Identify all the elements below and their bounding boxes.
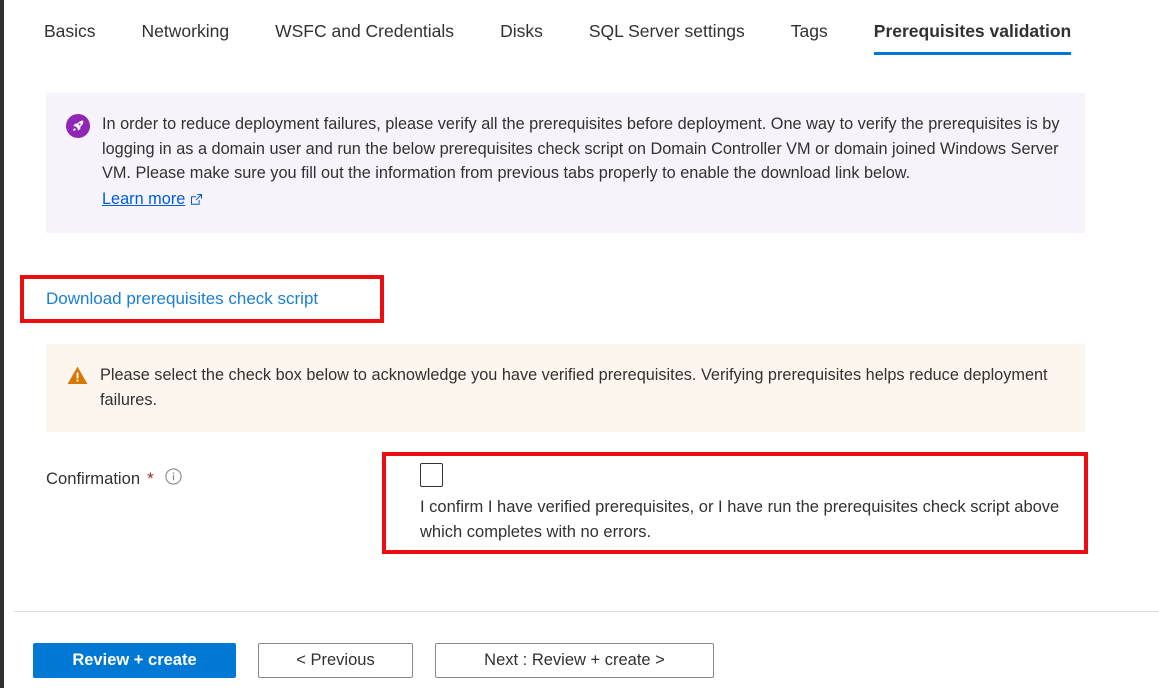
confirmation-label: Confirmation xyxy=(46,469,141,488)
wizard-tabbar: Basics Networking WSFC and Credentials D… xyxy=(44,18,1072,62)
confirmation-checkbox-label[interactable]: I confirm I have verified prerequisites,… xyxy=(420,495,1070,545)
info-circle-icon[interactable] xyxy=(165,468,182,490)
active-tab-underline xyxy=(873,52,1072,55)
confirmation-field: I confirm I have verified prerequisites,… xyxy=(420,463,1070,545)
info-banner-body: In order to reduce deployment failures, … xyxy=(102,112,1062,213)
info-banner-text: In order to reduce deployment failures, … xyxy=(102,115,1060,182)
warning-banner: Please select the check box below to ack… xyxy=(46,344,1085,432)
tab-label: Networking xyxy=(141,21,230,41)
previous-button[interactable]: < Previous xyxy=(258,643,413,678)
wizard-footer: Review + create < Previous Next : Review… xyxy=(33,643,714,678)
blade-left-edge xyxy=(0,0,4,688)
tab-label: Prerequisites validation xyxy=(873,21,1072,41)
tab-label: SQL Server settings xyxy=(588,21,745,41)
rocket-icon xyxy=(66,114,90,138)
tab-sql-server-settings[interactable]: SQL Server settings xyxy=(566,18,768,55)
tab-prerequisites-validation[interactable]: Prerequisites validation xyxy=(851,18,1072,55)
tab-basics[interactable]: Basics xyxy=(44,18,119,55)
external-link-icon xyxy=(190,189,203,214)
tab-tags[interactable]: Tags xyxy=(768,18,851,55)
next-review-create-button[interactable]: Next : Review + create > xyxy=(435,643,714,678)
warning-triangle-icon xyxy=(67,366,88,390)
info-banner: In order to reduce deployment failures, … xyxy=(46,93,1085,233)
tab-disks[interactable]: Disks xyxy=(477,18,566,55)
warning-banner-text: Please select the check box below to ack… xyxy=(100,366,1048,409)
review-create-button[interactable]: Review + create xyxy=(33,643,236,678)
create-sql-vm-blade: Basics Networking WSFC and Credentials D… xyxy=(0,0,1159,688)
learn-more-label: Learn more xyxy=(102,189,186,208)
tab-label: Disks xyxy=(500,21,543,41)
confirmation-label-group: Confirmation * xyxy=(46,468,182,490)
learn-more-link[interactable]: Learn more xyxy=(102,187,203,214)
required-asterisk: * xyxy=(147,469,154,488)
confirmation-checkbox[interactable] xyxy=(420,463,443,487)
footer-separator xyxy=(14,611,1159,612)
tab-wsfc-and-credentials[interactable]: WSFC and Credentials xyxy=(252,18,477,55)
tab-label: WSFC and Credentials xyxy=(275,21,455,41)
tab-networking[interactable]: Networking xyxy=(119,18,253,55)
tab-label: Tags xyxy=(790,21,828,41)
download-prerequisites-script-link[interactable]: Download prerequisites check script xyxy=(46,288,318,310)
tab-label: Basics xyxy=(44,21,96,41)
